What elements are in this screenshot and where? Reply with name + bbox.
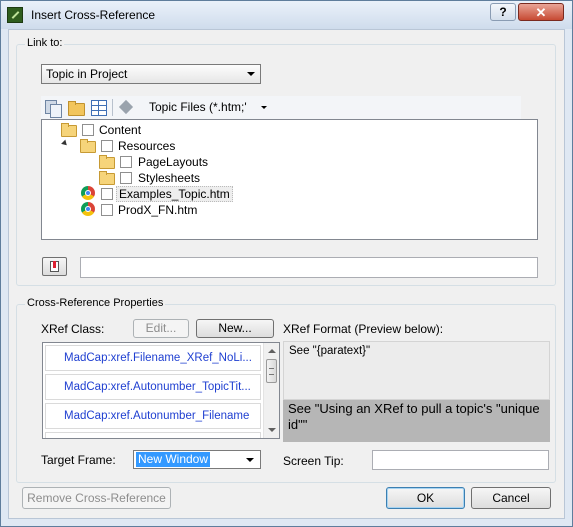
help-button[interactable]: ? [490, 3, 516, 21]
list-item[interactable] [45, 432, 261, 438]
target-frame-dropdown[interactable]: New Window [133, 450, 261, 469]
close-button[interactable]: ✕ [518, 3, 564, 21]
file-filter-dropdown[interactable]: Topic Files (*.htm;' [149, 100, 247, 114]
link-type-dropdown[interactable]: Topic in Project [41, 64, 261, 84]
toolbar-separator [112, 99, 113, 116]
tree-label: Content [99, 123, 142, 137]
topic-tree[interactable]: Content Resources PageLayouts Stylesheet… [41, 119, 538, 240]
tree-label: ProdX_FN.htm [118, 203, 198, 217]
scroll-up-icon[interactable] [268, 349, 276, 353]
window-title: Insert Cross-Reference [31, 8, 156, 22]
tree-label: Examples_Topic.htm [116, 186, 233, 202]
list-item[interactable]: MadCap:xref.Autonumber_TopicTit... [45, 374, 261, 400]
tree-toolbar: Topic Files (*.htm;' [41, 96, 521, 119]
disabled-tool-icon [118, 100, 134, 116]
tree-checkbox[interactable] [101, 140, 113, 152]
bookmark-button[interactable] [42, 257, 67, 276]
chevron-down-icon [247, 72, 255, 76]
title-bar[interactable]: Insert Cross-Reference ? ✕ [1, 1, 572, 29]
xref-class-label: XRef Class: [41, 322, 105, 336]
link-to-label: Link to: [25, 37, 65, 49]
expand-arrow-icon[interactable] [61, 139, 69, 148]
folder-icon [99, 155, 115, 169]
xref-properties-label: Cross-Reference Properties [25, 297, 166, 309]
tree-checkbox[interactable] [101, 204, 113, 216]
scroll-thumb[interactable] [266, 359, 277, 383]
tree-label: Resources [118, 139, 176, 153]
insert-cross-reference-dialog: Insert Cross-Reference ? ✕ Link to: Topi… [0, 0, 573, 527]
cancel-button[interactable]: Cancel [471, 487, 551, 509]
new-button[interactable]: New... [196, 319, 274, 338]
dialog-body: Link to: Topic in Project Topic Files (*… [8, 29, 565, 519]
screen-tip-label: Screen Tip: [283, 454, 344, 468]
link-type-value: Topic in Project [46, 67, 128, 81]
chevron-down-icon [246, 458, 254, 462]
list-scrollbar[interactable] [263, 343, 279, 438]
folder-open-icon [80, 139, 96, 153]
xref-class-list[interactable]: MadCap:xref.Filename_XRef_NoLi... MadCap… [42, 342, 280, 439]
tree-label: PageLayouts [138, 155, 209, 169]
chrome-icon [81, 186, 95, 200]
copy-icon[interactable] [45, 100, 62, 118]
tree-checkbox[interactable] [120, 156, 132, 168]
folder-icon[interactable] [68, 100, 85, 116]
app-icon [7, 7, 23, 23]
remove-cross-reference-button[interactable]: Remove Cross-Reference [22, 487, 171, 509]
target-frame-label: Target Frame: [41, 453, 116, 467]
tree-checkbox[interactable] [101, 188, 113, 200]
bookmark-input[interactable] [80, 257, 538, 278]
xref-preview: See "Using an XRef to pull a topic's "un… [283, 400, 550, 442]
chrome-icon [81, 202, 95, 216]
xref-format-field[interactable]: See "{paratext}" [283, 341, 550, 400]
chevron-down-icon[interactable] [261, 106, 267, 109]
xref-format-label: XRef Format (Preview below): [283, 322, 444, 336]
tree-checkbox[interactable] [120, 172, 132, 184]
scroll-down-icon[interactable] [268, 428, 276, 432]
tree-label: Stylesheets [138, 171, 201, 185]
target-frame-value: New Window [136, 452, 211, 467]
ok-button[interactable]: OK [386, 487, 465, 509]
list-item[interactable]: MadCap:xref.Filename_XRef_NoLi... [45, 345, 261, 371]
folder-icon [99, 171, 115, 185]
edit-button[interactable]: Edit... [133, 319, 189, 338]
screen-tip-input[interactable] [372, 450, 549, 470]
grid-view-icon[interactable] [91, 100, 107, 116]
folder-open-icon [61, 123, 77, 137]
tree-checkbox[interactable] [82, 124, 94, 136]
list-item[interactable]: MadCap:xref.Autonumber_Filename [45, 403, 261, 429]
